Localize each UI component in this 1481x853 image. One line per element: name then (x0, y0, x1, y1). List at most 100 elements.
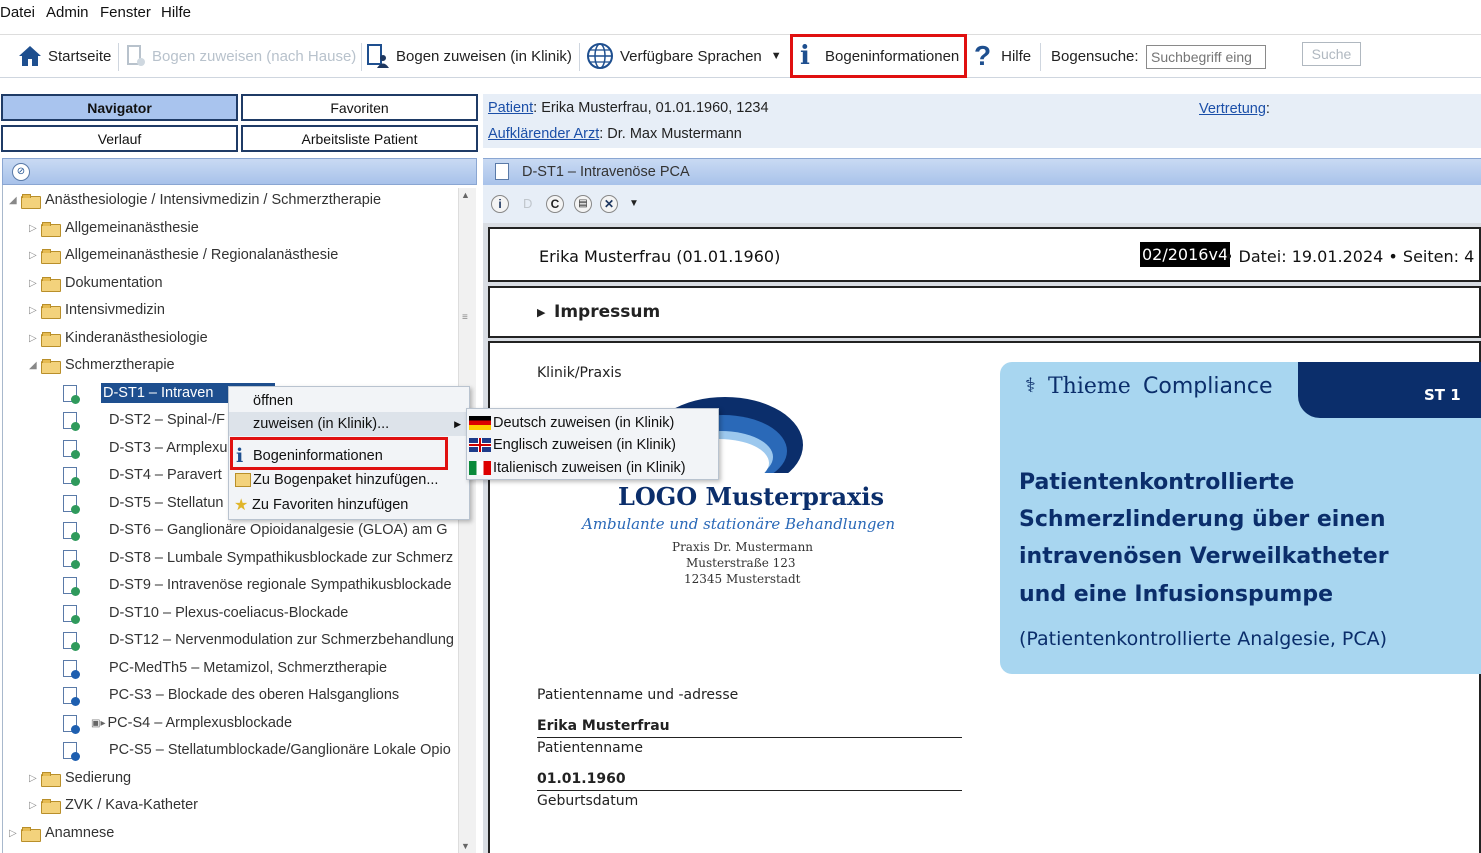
menu-bar: Datei Admin Fenster Hilfe (0, 0, 1481, 28)
menu-admin[interactable]: Admin (46, 4, 89, 21)
tree-item[interactable]: D-ST10 – Plexus-coeliacus-Blockade (63, 600, 459, 626)
document-title: D-ST1 – Intravenöse PCA (522, 164, 690, 180)
clinic-label: Klinik/Praxis (537, 365, 622, 381)
tree-item[interactable]: D-ST3 – Armplexu (63, 435, 227, 461)
chevron-right-icon: ▷ (29, 277, 37, 289)
globe-icon (587, 43, 613, 69)
chevron-right-icon: ▶ (537, 307, 546, 319)
document-icon (63, 631, 80, 651)
logo-address-1: Praxis Dr. Mustermann (672, 540, 814, 554)
assign-home-button[interactable]: Bogen zuweisen (nach Hause) (126, 35, 356, 77)
tree-folder[interactable]: ▷ ZVK / Kava-Katheter (29, 792, 198, 818)
chevron-right-icon: ▷ (29, 332, 37, 344)
tree-folder[interactable]: ▷ Sedierung (29, 765, 131, 791)
folder-icon (41, 798, 61, 814)
tree-folder[interactable]: ▷ Intensivmedizin (29, 297, 165, 323)
languages-dropdown[interactable]: Verfügbare Sprachen ▼ (586, 35, 782, 77)
document-icon (63, 439, 80, 459)
tree-root-anamnese[interactable]: ▷ Anamnese (9, 820, 114, 846)
language-submenu: Deutsch zuweisen (in Klinik) Englisch zu… (466, 408, 719, 480)
tab-verlauf[interactable]: Verlauf (1, 125, 238, 152)
tree-folder[interactable]: ▷ Allgemeinanästhesie (29, 215, 199, 241)
search-input[interactable] (1146, 45, 1266, 69)
tree-item[interactable]: PC-S5 – Stellatumblockade/Ganglionäre Lo… (63, 737, 459, 763)
info-button[interactable]: i Bogeninformationen (800, 35, 959, 77)
menu-datei[interactable]: Datei (0, 4, 35, 21)
assign-clinic-button[interactable]: Bogen zuweisen (in Klinik) (366, 35, 572, 77)
menu-fenster[interactable]: Fenster (100, 4, 151, 21)
document-icon (63, 686, 80, 706)
ctx-add-favorite[interactable]: ★ Zu Favoriten hinzufügen (229, 493, 469, 517)
document-toolbar: i D C ▤ ✕ ▼ (483, 185, 1481, 223)
patient-link[interactable]: Patient (488, 100, 533, 116)
tree-item[interactable]: D-ST6 – Ganglionäre Opioidanalgesie (GLO… (63, 517, 459, 543)
tree-item[interactable]: D-ST9 – Intravenöse regionale Sympathiku… (63, 572, 459, 598)
folder-icon (41, 276, 61, 292)
tree-item[interactable]: D-ST2 – Spinal-/F (63, 407, 225, 433)
document-person-icon (367, 44, 389, 68)
dob-value: 01.01.1960 (537, 771, 626, 787)
menu-hilfe[interactable]: Hilfe (161, 4, 191, 21)
tree-item[interactable]: ▣▸ PC-S4 – Armplexusblockade (63, 710, 459, 736)
doc-heading-line: Schmerzlinderung über einen (1019, 507, 1386, 532)
logo-address-2: Musterstraße 123 (686, 556, 796, 570)
dob-label: Geburtsdatum (537, 793, 639, 809)
download-icon[interactable]: D (523, 196, 532, 211)
impressum-section[interactable]: ▶ Impressum (488, 286, 1481, 338)
substitute-link[interactable]: Vertretung (1199, 101, 1266, 117)
assign-german[interactable]: Deutsch zuweisen (in Klinik) (469, 412, 674, 434)
patient-name-label: Patientenname (537, 740, 643, 756)
flag-uk-icon (469, 438, 491, 452)
tree-folder[interactable]: ▷ Dokumentation (29, 270, 163, 296)
folder-icon (21, 193, 41, 209)
tree-item[interactable]: D-ST8 – Lumbale Sympathikusblockade zur … (63, 545, 459, 571)
star-icon: ★ (234, 497, 249, 514)
folder-icon (41, 771, 61, 787)
document-icon (63, 714, 80, 734)
collapse-all-icon[interactable]: ⊘ (12, 163, 30, 181)
chevron-down-icon[interactable]: ▼ (629, 198, 639, 209)
document-icon (63, 384, 80, 404)
info-icon[interactable]: i (491, 195, 509, 213)
help-button[interactable]: ? Hilfe (974, 35, 1031, 77)
flag-italy-icon (469, 461, 491, 475)
impressum-label: Impressum (554, 302, 661, 322)
close-icon[interactable]: ✕ (600, 195, 618, 213)
tree-item[interactable]: D-ST4 – Paravert (63, 462, 222, 488)
home-button[interactable]: Startseite (18, 35, 111, 77)
document-header: D-ST1 – Intravenöse PCA (483, 158, 1481, 185)
tab-favoriten[interactable]: Favoriten (241, 94, 478, 121)
document-meta-bar: Erika Musterfrau (01.01.1960) 02/2016v4 … (488, 227, 1481, 282)
doc-code: ST 1 (1424, 386, 1461, 404)
home-icon (19, 46, 41, 66)
doc-version-badge: 02/2016v4 (1140, 242, 1231, 267)
tree-item[interactable]: D-ST12 – Nervenmodulation zur Schmerzbeh… (63, 627, 459, 653)
ctx-add-package[interactable]: Zu Bogenpaket hinzufügen... (229, 468, 469, 492)
chevron-right-icon: ▷ (29, 222, 37, 234)
ctx-open[interactable]: öffnen (229, 389, 469, 413)
tree-item[interactable]: D-ST5 – Stellatun (63, 490, 223, 516)
ctx-assign[interactable]: zuweisen (in Klinik)... ▶ (229, 412, 469, 436)
assign-english[interactable]: Englisch zuweisen (in Klinik) (469, 434, 676, 456)
tree-item[interactable]: PC-MedTh5 – Metamizol, Schmerztherapie (63, 655, 459, 681)
logo-address-3: 12345 Musterstadt (684, 572, 801, 586)
search-label: Bogensuche: (1051, 47, 1139, 65)
tree-folder-schmerztherapie[interactable]: ◢ Schmerztherapie (29, 352, 175, 378)
tree-folder[interactable]: ▷ Allgemeinanästhesie / Regionalanästhesi… (29, 242, 338, 268)
folder-icon (21, 826, 41, 842)
doc-heading-line: Patientenkontrollierte (1019, 470, 1295, 495)
tab-navigator[interactable]: Navigator (1, 94, 238, 121)
patient-name-value: Erika Musterfrau (537, 718, 670, 734)
tab-arbeitsliste[interactable]: Arbeitsliste Patient (241, 125, 478, 152)
doctor-link[interactable]: Aufklärender Arzt (488, 126, 599, 142)
tree-item[interactable]: PC-S3 – Blockade des oberen Halsganglion… (63, 682, 459, 708)
copy-icon[interactable]: C (546, 195, 564, 213)
print-icon[interactable]: ▤ (574, 195, 592, 213)
folder-open-icon (41, 358, 61, 374)
tree-folder[interactable]: ▷ Kinderanästhesiologie (29, 325, 208, 351)
tree-root-anaesthesiologie[interactable]: ◢ Anästhesiologie / Intensivmedizin / Sch… (9, 187, 381, 213)
search-button[interactable]: Suche (1302, 42, 1361, 66)
thieme-brand: Thieme (1048, 374, 1131, 399)
tree-scrollbar[interactable]: ▲ ≡ ▼ (458, 188, 476, 853)
assign-italian[interactable]: Italienisch zuweisen (in Klinik) (469, 457, 686, 479)
